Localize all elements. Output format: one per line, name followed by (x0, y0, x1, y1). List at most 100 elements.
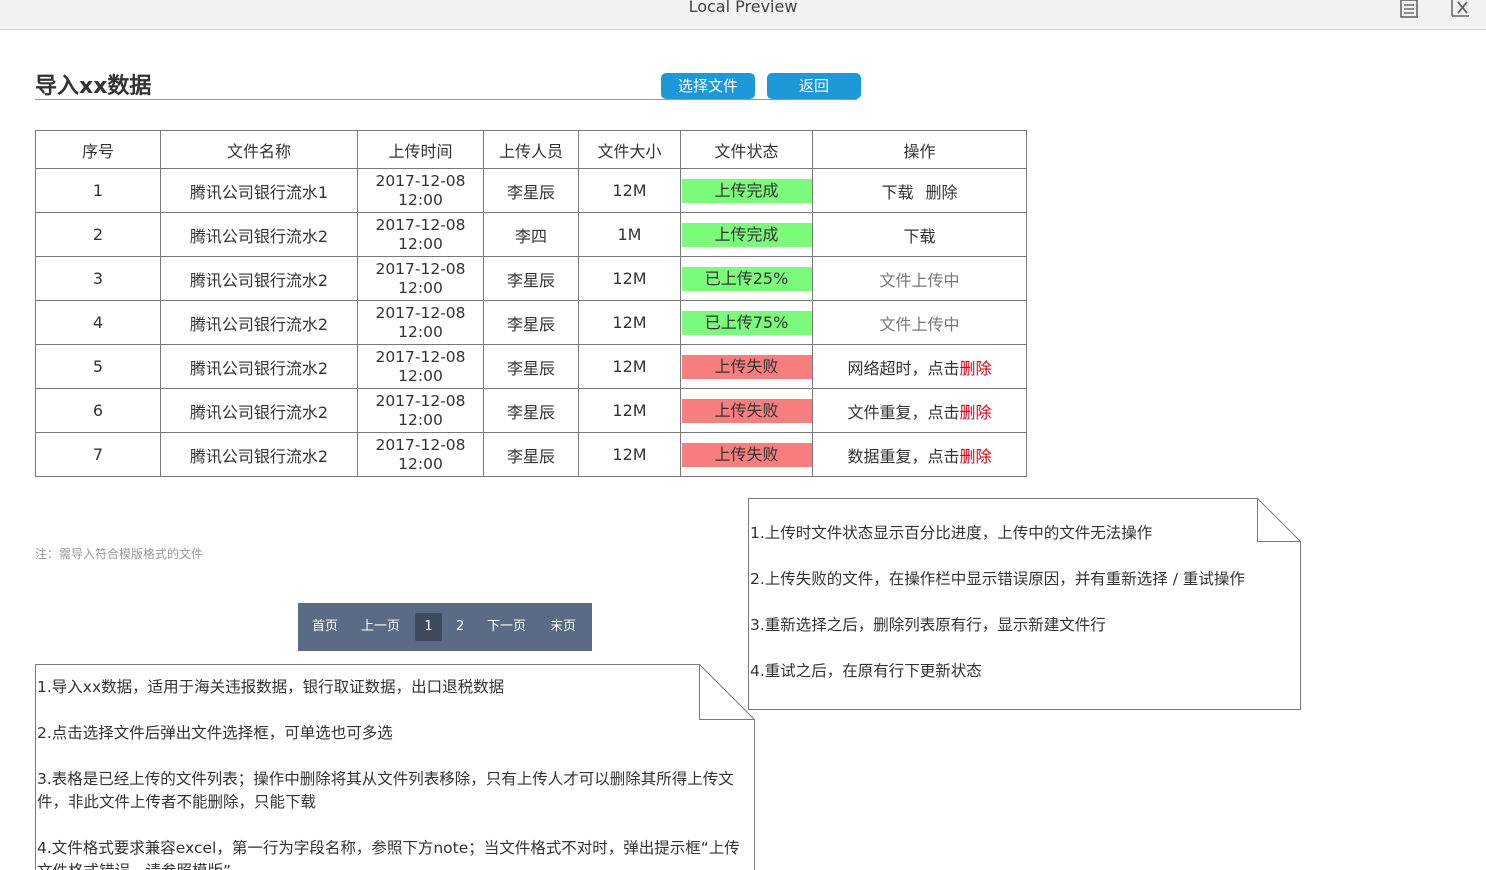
cell-uploader: 李星辰 (483, 432, 579, 477)
status-text: 上传完成 (714, 224, 779, 244)
upload-date: 2017-12-08 (375, 215, 466, 234)
upload-clock: 12:00 (398, 410, 443, 429)
note-left-2: 2.点击选择文件后弹出文件选择框，可单选也可多选 (37, 724, 393, 742)
cell-index: 4 (35, 300, 161, 345)
cell-uploader: 李星辰 (483, 300, 579, 345)
status-text: 上传完成 (714, 180, 779, 200)
download-link[interactable]: 下载 (881, 183, 913, 202)
cell-actions: 文件上传中 (812, 300, 1027, 345)
pager-page-2[interactable]: 2 (456, 603, 464, 651)
cell-file-status: 上传失败 (680, 432, 813, 477)
title-divider (35, 99, 857, 100)
cell-filename: 腾讯公司银行流水2 (160, 300, 358, 345)
document-icon[interactable] (1398, 0, 1420, 22)
status-text: 上传失败 (714, 400, 779, 420)
note-right-1: 1.上传时文件状态显示百分比进度，上传中的文件无法操作 (750, 524, 1153, 542)
cell-index: 3 (35, 256, 161, 301)
cell-upload-time: 2017-12-08 12:00 (357, 344, 484, 389)
note-left-1: 1.导入xx数据，适用于海关违报数据，银行取证数据，出口退税数据 (37, 678, 505, 696)
table-row: 7 腾讯公司银行流水2 2017-12-08 12:00 李星辰 12M 上传失败 数据重复，… (35, 432, 1027, 477)
cell-index: 5 (35, 344, 161, 389)
cell-filename: 腾讯公司银行流水1 (160, 168, 358, 213)
cell-filename: 腾讯公司银行流水2 (160, 388, 358, 433)
note-right-4: 4.重试之后，在原有行下更新状态 (750, 662, 982, 680)
file-table: 序号 文件名称 上传时间 上传人员 文件大小 文件状态 操作 1 腾讯公司银行流水… (35, 130, 1027, 477)
pager-page-1[interactable]: 1 (415, 613, 442, 641)
cell-actions: 网络超时，点击删除 (812, 344, 1027, 389)
cell-file-status: 上传失败 (680, 344, 813, 389)
op-error-text: 数据重复，点击 (847, 446, 960, 466)
op-status-text: 文件上传中 (879, 270, 960, 290)
status-text: 上传失败 (714, 444, 779, 464)
header-file-size: 文件大小 (578, 130, 681, 169)
header-file-status: 文件状态 (680, 130, 813, 169)
cell-file-status: 上传失败 (680, 388, 813, 433)
cell-index: 6 (35, 388, 161, 433)
pagination: 首页 上一页 1 2 下一页 末页 (298, 603, 592, 651)
cell-file-size: 12M (578, 300, 681, 345)
cell-file-status: 已上传25% (680, 256, 813, 301)
status-badge: 上传完成 (681, 178, 812, 203)
status-text: 上传失败 (714, 356, 779, 376)
cell-index: 7 (35, 432, 161, 477)
cell-uploader: 李星辰 (483, 344, 579, 389)
upload-date: 2017-12-08 (375, 435, 466, 454)
status-badge: 已上传25% (681, 266, 812, 291)
pager-next[interactable]: 下一页 (487, 603, 526, 651)
delete-link[interactable]: 删除 (926, 183, 958, 202)
upload-clock: 12:00 (398, 278, 443, 297)
cell-uploader: 李星辰 (483, 388, 579, 433)
status-text: 已上传75% (704, 312, 789, 332)
cell-actions: 下载 (812, 212, 1027, 257)
pager-prev[interactable]: 上一页 (361, 603, 400, 651)
cell-filename: 腾讯公司银行流水2 (160, 344, 358, 389)
upload-date: 2017-12-08 (375, 303, 466, 322)
table-row: 4 腾讯公司银行流水2 2017-12-08 12:00 李星辰 12M 已上传75% 文件上… (35, 300, 1027, 345)
header-upload-time: 上传时间 (357, 130, 484, 169)
header-actions: 操作 (812, 130, 1027, 169)
back-button[interactable]: 返回 (767, 73, 861, 99)
header-uploader: 上传人员 (483, 130, 579, 169)
cell-upload-time: 2017-12-08 12:00 (357, 256, 484, 301)
status-text: 已上传25% (704, 268, 789, 288)
table-row: 5 腾讯公司银行流水2 2017-12-08 12:00 李星辰 12M 上传失败 网络超时，… (35, 344, 1027, 389)
upload-date: 2017-12-08 (375, 347, 466, 366)
cell-upload-time: 2017-12-08 12:00 (357, 388, 484, 433)
status-badge: 上传完成 (681, 222, 812, 247)
annotation-note-right: 1.上传时文件状态显示百分比进度，上传中的文件无法操作 2.上传失败的文件，在操… (748, 498, 1301, 710)
note-left-4: 4.文件格式要求兼容excel，第一行为字段名称，参照下方note；当文件格式不… (37, 839, 740, 870)
cell-actions: 文件上传中 (812, 256, 1027, 301)
cell-file-status: 上传完成 (680, 168, 813, 213)
cell-uploader: 李星辰 (483, 168, 579, 213)
upload-clock: 12:00 (398, 366, 443, 385)
delete-link[interactable]: 删除 (960, 447, 992, 466)
select-file-button[interactable]: 选择文件 (661, 73, 755, 99)
download-link[interactable]: 下载 (903, 227, 935, 246)
pager-last[interactable]: 末页 (550, 603, 576, 651)
cell-file-size: 12M (578, 168, 681, 213)
note-right-2: 2.上传失败的文件，在操作栏中显示错误原因，并有重新选择 / 重试操作 (750, 570, 1245, 588)
cell-upload-time: 2017-12-08 12:00 (357, 212, 484, 257)
cell-file-size: 12M (578, 388, 681, 433)
cell-filename: 腾讯公司银行流水2 (160, 212, 358, 257)
op-status-text: 文件上传中 (879, 314, 960, 334)
delete-link[interactable]: 删除 (960, 403, 992, 422)
upload-clock: 12:00 (398, 234, 443, 253)
upload-clock: 12:00 (398, 322, 443, 341)
page-title: 导入xx数据 (35, 74, 152, 99)
window-titlebar: Local Preview (0, 0, 1486, 30)
format-note: 注：需导入符合模版格式的文件 (35, 547, 204, 561)
cell-file-size: 1M (578, 212, 681, 257)
window-title: Local Preview (688, 0, 798, 16)
upload-date: 2017-12-08 (375, 171, 466, 190)
table-row: 1 腾讯公司银行流水1 2017-12-08 12:00 李星辰 12M 上传完成 下载 删除 (35, 168, 1027, 213)
table-header-row: 序号 文件名称 上传时间 上传人员 文件大小 文件状态 操作 (35, 130, 1027, 169)
cell-uploader: 李四 (483, 212, 579, 257)
cell-file-size: 12M (578, 256, 681, 301)
pager-first[interactable]: 首页 (312, 603, 338, 651)
cell-file-status: 已上传75% (680, 300, 813, 345)
cell-file-status: 上传完成 (680, 212, 813, 257)
close-icon[interactable] (1449, 0, 1473, 22)
cell-actions: 数据重复，点击删除 (812, 432, 1027, 477)
delete-link[interactable]: 删除 (960, 359, 992, 378)
